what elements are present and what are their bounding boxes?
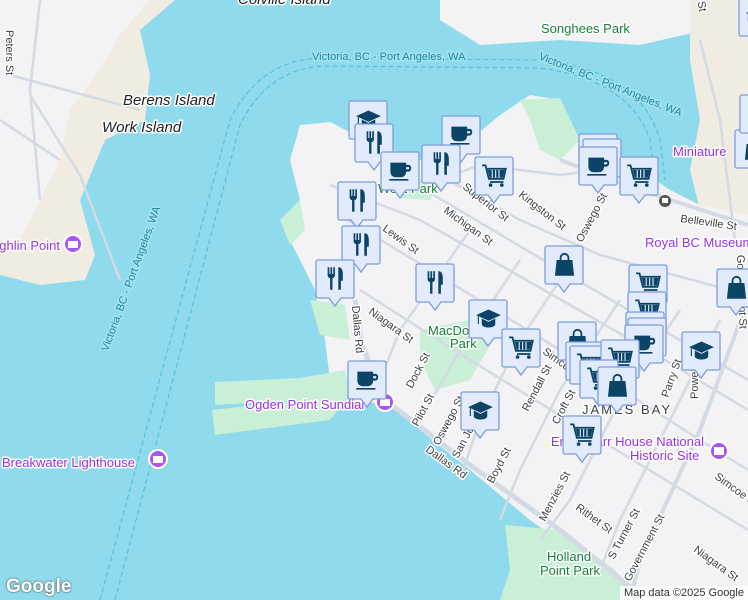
label-berens-island: Berens Island	[123, 92, 215, 109]
camera-pin-icon[interactable]	[63, 234, 83, 254]
camera-pin-icon[interactable]	[148, 449, 168, 469]
label-breakwater-lighthouse[interactable]: Breakwater Lighthouse	[1, 454, 137, 472]
label-work-island: Work Island	[102, 119, 182, 136]
label-ogden-point[interactable]: Ogden Point Sundial	[244, 396, 366, 414]
label-ferry-route-3: Victoria, BC - Port Angeles, WA	[100, 204, 164, 353]
label-emily-carr-house-2[interactable]: Historic Site	[629, 447, 701, 465]
map-canvas[interactable]: Colville Island Berens Island Work Islan…	[0, 0, 748, 600]
label-songhees-park: Songhees Park	[541, 21, 630, 36]
label-holland-point-park-2: Point Park	[540, 563, 600, 578]
label-colville-island: Colville Island	[238, 0, 331, 8]
map-attribution[interactable]: Map data ©2025 Google	[619, 586, 748, 600]
label-royal-bc-museum[interactable]: Royal BC Museum	[644, 234, 748, 252]
google-logo: Google	[6, 576, 72, 597]
ferry-terminal-icon[interactable]	[659, 195, 671, 207]
label-ferry-route-1: Victoria, BC - Port Angeles, WA	[312, 51, 466, 63]
street-peters: Peters St	[3, 30, 15, 75]
museum-pin-icon[interactable]	[709, 441, 729, 461]
label-holland-point-park: Holland	[547, 549, 591, 564]
label-mcloughlin-point[interactable]: McLoughlin Point	[0, 237, 62, 255]
label-miniature-world[interactable]: Miniature	[672, 143, 728, 161]
